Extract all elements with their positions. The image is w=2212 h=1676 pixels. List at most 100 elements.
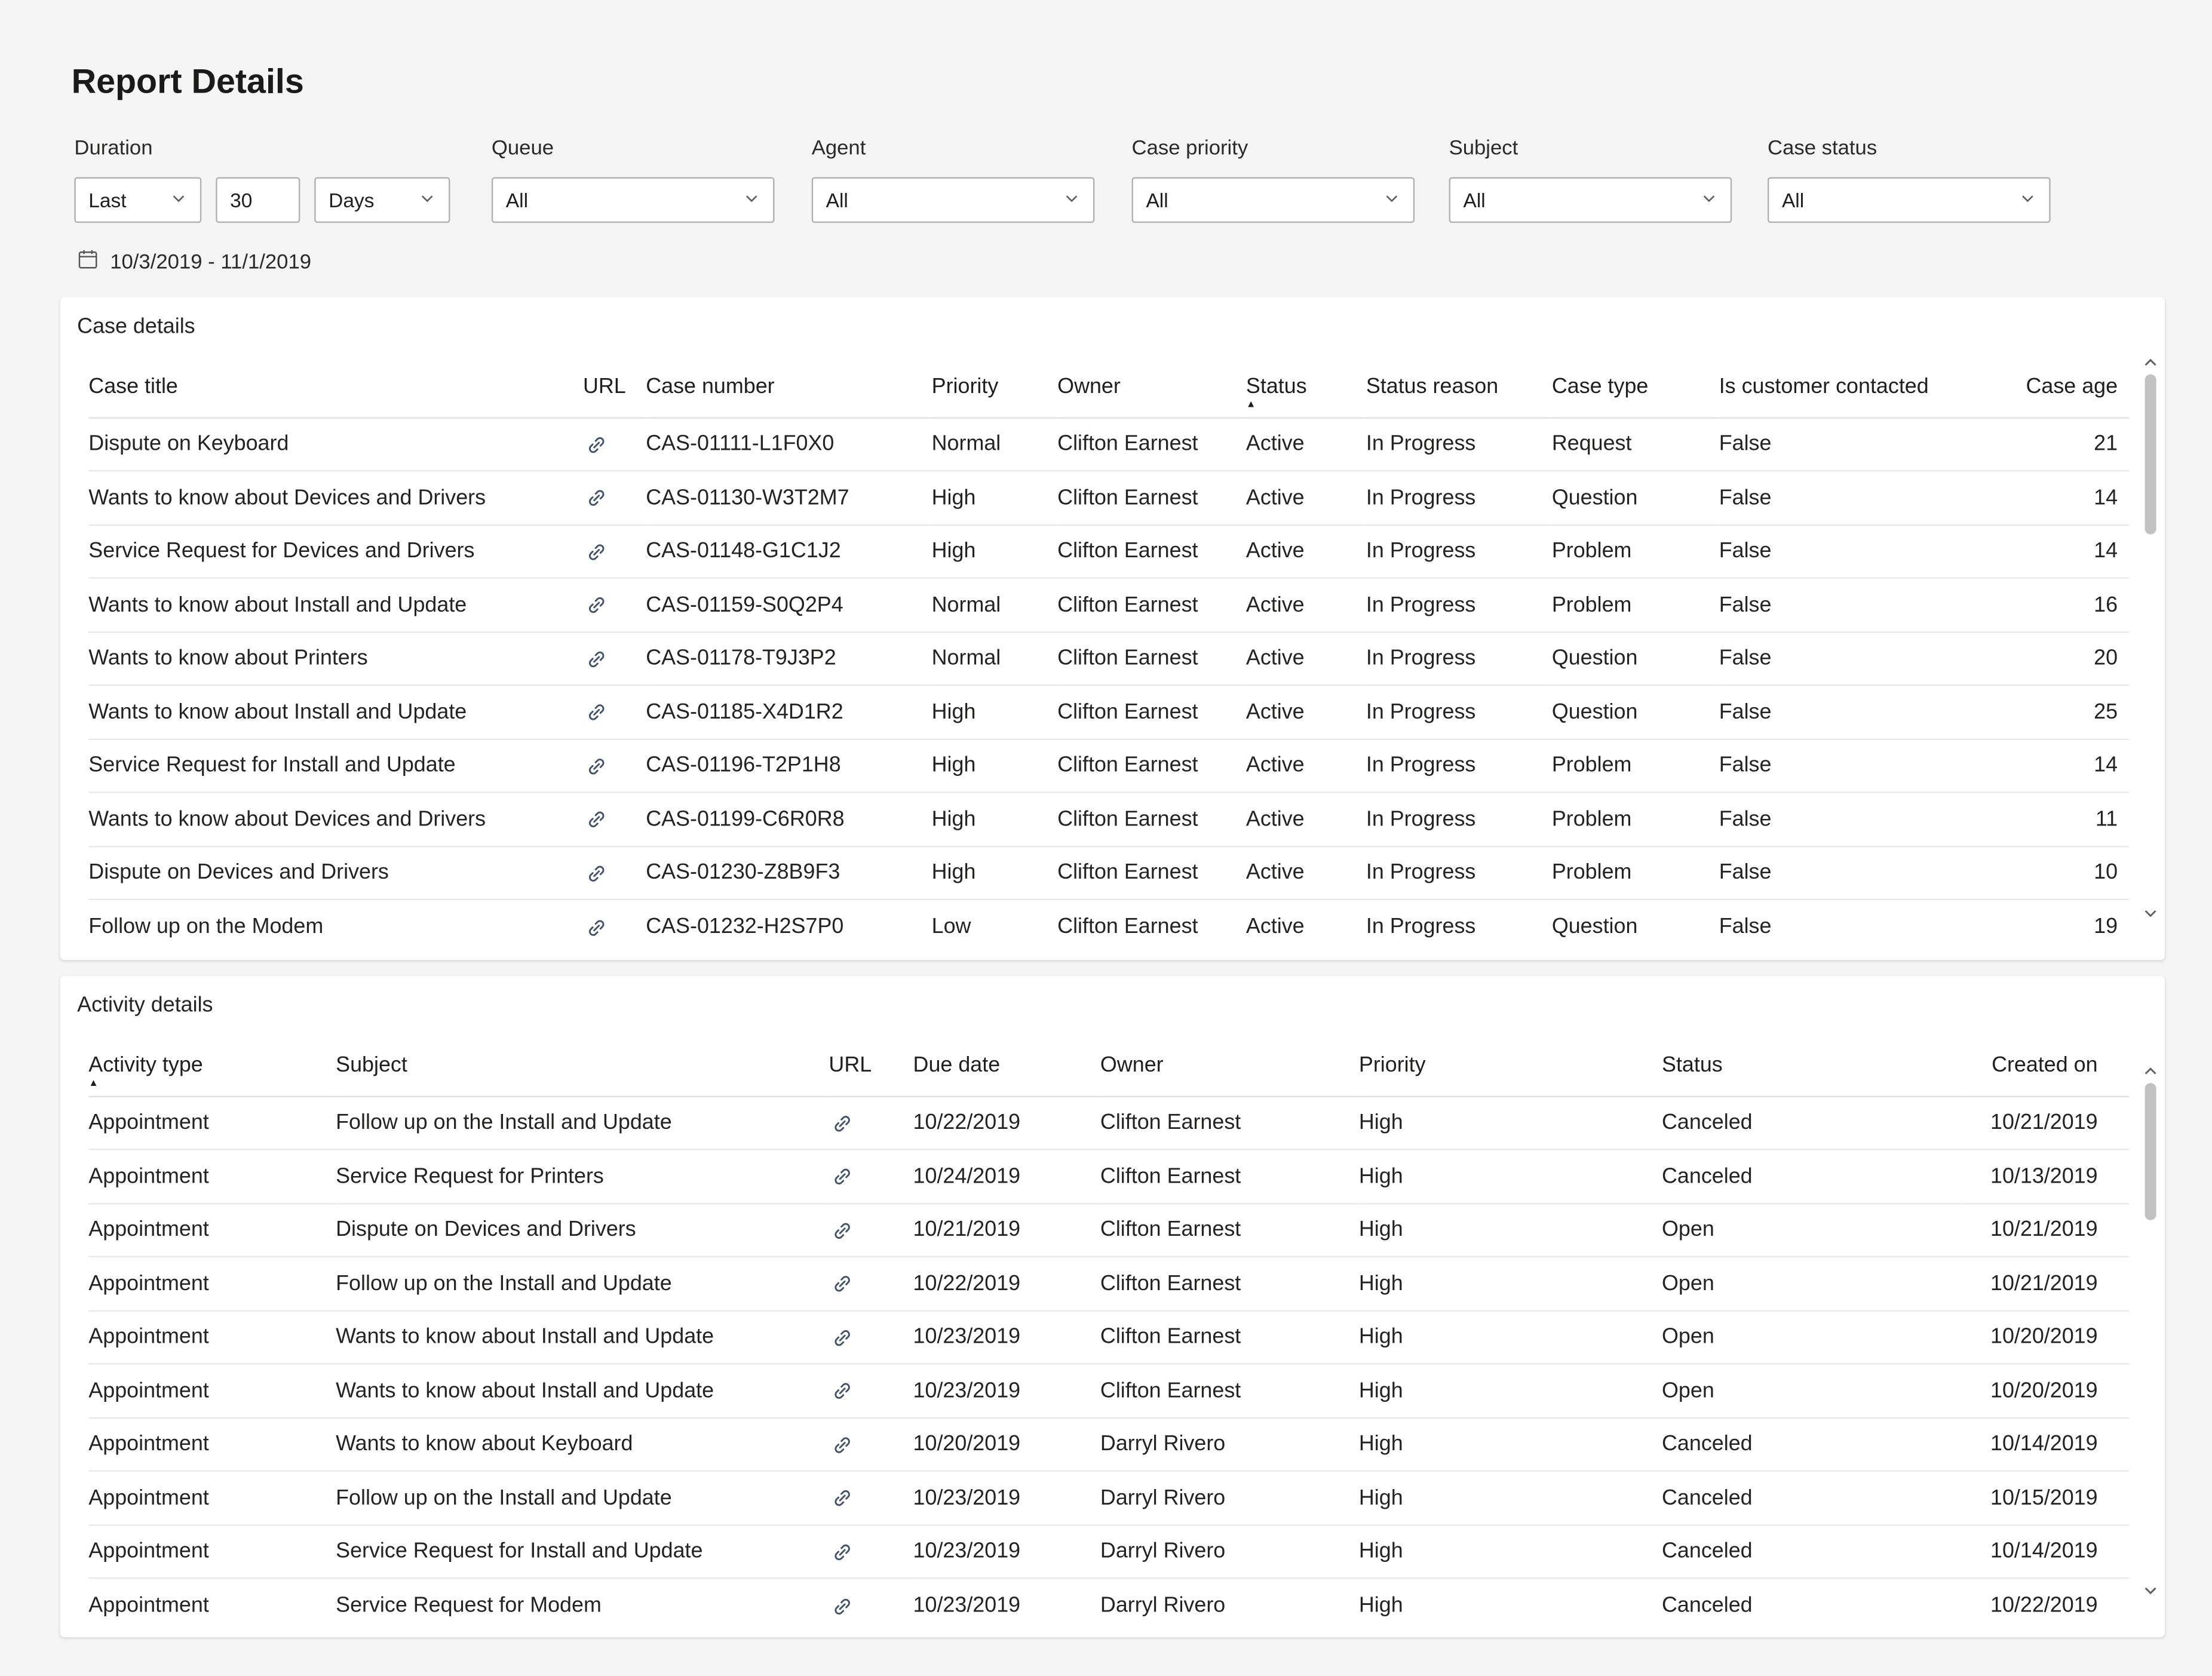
case-title-cell: Service Request for Devices and Drivers (88, 524, 583, 579)
col-header-due-date[interactable]: Due date▲ (913, 1030, 1100, 1097)
col-header-url[interactable]: URL▲ (582, 351, 646, 418)
activity-url-link[interactable] (829, 1149, 913, 1204)
case-type-cell: Question (1551, 471, 1719, 526)
case-url-link[interactable] (582, 631, 646, 686)
case-status-dropdown[interactable]: All (1768, 177, 2051, 223)
date-range-text: 10/3/2019 - 11/1/2019 (110, 250, 312, 274)
activity-subject-cell: Service Request for Printers (336, 1149, 829, 1204)
case-status-cell: Active (1245, 631, 1366, 686)
link-icon (832, 1595, 853, 1617)
col-header-is-customer-contacted[interactable]: Is customer contacted▲ (1719, 351, 1987, 418)
case-contacted-cell: False (1719, 417, 1987, 472)
col-header-url[interactable]: URL▲ (829, 1030, 913, 1097)
case-row: Wants to know about Devices and Drivers C… (88, 792, 2130, 847)
case-url-link[interactable] (582, 417, 646, 472)
case-title-cell: Dispute on Devices and Drivers (88, 846, 583, 901)
case-priority-value: All (1146, 188, 1168, 212)
activity-url-link[interactable] (829, 1095, 913, 1150)
filter-queue-label: Queue (491, 137, 554, 160)
case-url-link[interactable] (582, 792, 646, 847)
scrollbar-thumb[interactable] (2144, 1083, 2156, 1220)
case-age-cell: 14 (1986, 738, 2130, 793)
link-icon (832, 1542, 853, 1563)
activity-due-date-cell: 10/21/2019 (913, 1203, 1100, 1258)
col-header-case-number[interactable]: Case number▲ (646, 351, 932, 418)
activity-url-link[interactable] (829, 1471, 913, 1525)
case-priority-cell: High (931, 738, 1058, 793)
activity-url-link[interactable] (829, 1578, 913, 1632)
case-url-link[interactable] (582, 524, 646, 579)
scroll-down-button[interactable] (2140, 1580, 2160, 1599)
case-url-link[interactable] (582, 846, 646, 901)
activity-url-link[interactable] (829, 1417, 913, 1472)
col-header-owner[interactable]: Owner▲ (1100, 1030, 1359, 1097)
scrollbar-thumb[interactable] (2144, 374, 2156, 535)
col-header-status[interactable]: Status▲ (1662, 1030, 1962, 1097)
agent-value: All (826, 188, 848, 212)
activity-type-cell: Appointment (88, 1095, 336, 1150)
case-url-link[interactable] (582, 685, 646, 739)
activity-created-on-cell: 10/21/2019 (1962, 1203, 2130, 1258)
case-url-link[interactable] (582, 578, 646, 633)
activity-details-tbody: Appointment Follow up on the Install and … (88, 1095, 2130, 1632)
col-header-owner[interactable]: Owner▲ (1057, 351, 1246, 418)
activity-owner-cell: Darryl Rivero (1100, 1524, 1359, 1579)
case-owner-cell: Clifton Earnest (1057, 631, 1246, 686)
col-header-activity-type[interactable]: Activity type ▲ (88, 1030, 336, 1097)
activity-created-on-cell: 10/15/2019 (1962, 1471, 2130, 1525)
case-age-cell: 16 (1986, 578, 2130, 633)
scroll-up-button[interactable] (2140, 353, 2160, 372)
activity-table-scrollbar[interactable] (2140, 1061, 2160, 1598)
case-owner-cell: Clifton Earnest (1057, 524, 1246, 579)
activity-url-link[interactable] (829, 1256, 913, 1311)
queue-dropdown[interactable]: All (491, 177, 775, 223)
scroll-down-button[interactable] (2140, 903, 2160, 922)
col-header-created-on[interactable]: Created on▲ (1962, 1030, 2130, 1097)
case-status-reason-cell: In Progress (1366, 471, 1552, 526)
case-type-cell: Problem (1551, 578, 1719, 633)
case-number-cell: CAS-01148-G1C1J2 (646, 524, 932, 579)
col-header-status[interactable]: Status▲ (1245, 351, 1366, 418)
col-header-case-age[interactable]: Case age▲ (1986, 351, 2130, 418)
col-header-case-title[interactable]: Case title▲ (88, 351, 583, 418)
sort-asc-icon: ▲ (1245, 399, 1256, 410)
link-icon (586, 595, 608, 616)
col-header-priority[interactable]: Priority▲ (931, 351, 1058, 418)
case-url-link[interactable] (583, 900, 646, 953)
filter-case-priority-label: Case priority (1131, 137, 1248, 160)
activity-subject-cell: Follow up on the Install and Update (336, 1471, 829, 1525)
case-owner-cell: Clifton Earnest (1057, 792, 1246, 847)
case-url-link[interactable] (582, 471, 646, 526)
duration-unit-dropdown[interactable]: Days (314, 177, 450, 223)
agent-dropdown[interactable]: All (811, 177, 1095, 223)
activity-url-link[interactable] (829, 1524, 913, 1579)
activity-subject-cell: Follow up on the Install and Update (336, 1095, 829, 1150)
case-age-cell: 11 (1986, 792, 2130, 847)
col-header-priority[interactable]: Priority▲ (1358, 1030, 1662, 1097)
activity-url-link[interactable] (829, 1203, 913, 1258)
activity-url-link[interactable] (829, 1364, 913, 1419)
filter-agent-label: Agent (811, 137, 866, 160)
case-status-reason-cell: In Progress (1366, 792, 1552, 847)
case-row: Wants to know about Install and Update CA… (88, 685, 2130, 739)
chevron-down-icon (1063, 189, 1081, 211)
col-header-subject[interactable]: Subject▲ (336, 1030, 829, 1097)
col-header-status-reason[interactable]: Status reason▲ (1366, 351, 1552, 418)
case-table-scrollbar[interactable] (2140, 353, 2160, 922)
subject-dropdown[interactable]: All (1449, 177, 1732, 223)
case-contacted-cell: False (1719, 685, 1987, 739)
activity-status-cell: Canceled (1662, 1095, 1962, 1150)
scrollbar-track[interactable] (2140, 372, 2160, 903)
activity-owner-cell: Darryl Rivero (1100, 1471, 1359, 1525)
case-priority-dropdown[interactable]: All (1131, 177, 1415, 223)
duration-amount-input[interactable]: 30 (216, 177, 300, 223)
case-url-link[interactable] (582, 738, 646, 793)
activity-url-link[interactable] (829, 1310, 913, 1365)
activity-created-on-cell: 10/14/2019 (1962, 1524, 2130, 1579)
col-header-case-type[interactable]: Case type▲ (1551, 351, 1719, 418)
scrollbar-track[interactable] (2140, 1080, 2160, 1580)
scroll-up-button[interactable] (2140, 1061, 2160, 1080)
filter-subject: Subject All (1449, 137, 1732, 223)
duration-mode-dropdown[interactable]: Last (74, 177, 202, 223)
activity-priority-cell: High (1358, 1364, 1662, 1419)
